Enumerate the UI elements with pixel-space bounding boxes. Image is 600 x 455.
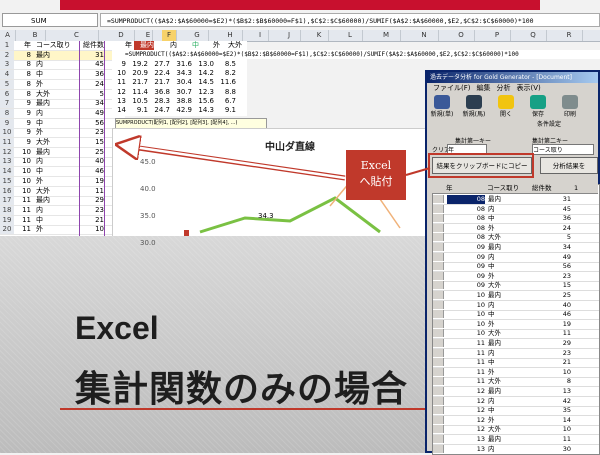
annotation-overlay	[0, 0, 431, 236]
chart-data-label: 34.3	[258, 212, 274, 220]
chart-y-tick: 40.0	[140, 185, 156, 193]
chart-y-tick: 30.0	[140, 239, 156, 247]
chart-series-green	[199, 196, 381, 234]
chart-marker-red	[184, 230, 189, 236]
callout-connector	[405, 167, 431, 176]
chart-y-tick: 45.0	[140, 158, 156, 166]
callout-line2: へ貼付	[359, 175, 393, 188]
chart-y-tick: 35.0	[140, 212, 156, 220]
excel-paste-callout: Excel へ貼付	[346, 150, 406, 200]
callout-line1: Excel	[360, 159, 392, 172]
